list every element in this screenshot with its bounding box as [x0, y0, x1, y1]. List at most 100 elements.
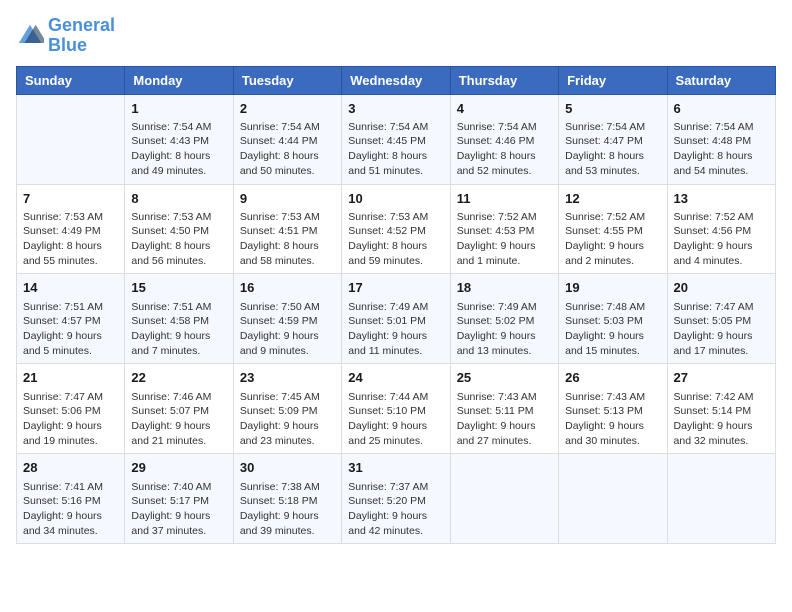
day-info: Sunrise: 7:54 AM Sunset: 4:43 PM Dayligh…: [131, 120, 226, 179]
day-info: Sunrise: 7:53 AM Sunset: 4:51 PM Dayligh…: [240, 210, 335, 269]
day-number: 12: [565, 190, 660, 208]
day-number: 27: [674, 369, 769, 387]
day-number: 21: [23, 369, 118, 387]
calendar-cell: 8 Sunrise: 7:53 AM Sunset: 4:50 PM Daylig…: [125, 184, 233, 274]
calendar-cell: 27 Sunrise: 7:42 AM Sunset: 5:14 PM Dayli…: [667, 364, 775, 454]
calendar-cell: 15 Sunrise: 7:51 AM Sunset: 4:58 PM Dayli…: [125, 274, 233, 364]
calendar-cell: 22 Sunrise: 7:46 AM Sunset: 5:07 PM Dayli…: [125, 364, 233, 454]
day-number: 9: [240, 190, 335, 208]
day-number: 5: [565, 100, 660, 118]
header-day-sunday: Sunday: [17, 66, 125, 94]
day-info: Sunrise: 7:49 AM Sunset: 5:01 PM Dayligh…: [348, 300, 443, 359]
day-info: Sunrise: 7:52 AM Sunset: 4:53 PM Dayligh…: [457, 210, 552, 269]
day-number: 30: [240, 459, 335, 477]
header-day-monday: Monday: [125, 66, 233, 94]
logo-text: General: [48, 16, 115, 36]
calendar-cell: 29 Sunrise: 7:40 AM Sunset: 5:17 PM Dayli…: [125, 454, 233, 544]
day-info: Sunrise: 7:38 AM Sunset: 5:18 PM Dayligh…: [240, 480, 335, 539]
day-info: Sunrise: 7:42 AM Sunset: 5:14 PM Dayligh…: [674, 390, 769, 449]
day-info: Sunrise: 7:43 AM Sunset: 5:13 PM Dayligh…: [565, 390, 660, 449]
day-info: Sunrise: 7:46 AM Sunset: 5:07 PM Dayligh…: [131, 390, 226, 449]
day-number: 7: [23, 190, 118, 208]
calendar-cell: 19 Sunrise: 7:48 AM Sunset: 5:03 PM Dayli…: [559, 274, 667, 364]
day-number: 20: [674, 279, 769, 297]
header-row: SundayMondayTuesdayWednesdayThursdayFrid…: [17, 66, 776, 94]
calendar-cell: 18 Sunrise: 7:49 AM Sunset: 5:02 PM Dayli…: [450, 274, 558, 364]
day-number: 2: [240, 100, 335, 118]
calendar-cell: 5 Sunrise: 7:54 AM Sunset: 4:47 PM Daylig…: [559, 94, 667, 184]
day-info: Sunrise: 7:54 AM Sunset: 4:47 PM Dayligh…: [565, 120, 660, 179]
calendar-cell: 26Sunrise: 7:43 AM Sunset: 5:13 PM Dayli…: [559, 364, 667, 454]
calendar-cell: 20Sunrise: 7:47 AM Sunset: 5:05 PM Dayli…: [667, 274, 775, 364]
day-number: 23: [240, 369, 335, 387]
day-number: 13: [674, 190, 769, 208]
calendar-cell: 30 Sunrise: 7:38 AM Sunset: 5:18 PM Dayli…: [233, 454, 341, 544]
day-number: 1: [131, 100, 226, 118]
calendar-cell: 13Sunrise: 7:52 AM Sunset: 4:56 PM Dayli…: [667, 184, 775, 274]
day-info: Sunrise: 7:50 AM Sunset: 4:59 PM Dayligh…: [240, 300, 335, 359]
day-info: Sunrise: 7:54 AM Sunset: 4:46 PM Dayligh…: [457, 120, 552, 179]
day-info: Sunrise: 7:40 AM Sunset: 5:17 PM Dayligh…: [131, 480, 226, 539]
calendar-cell: 3 Sunrise: 7:54 AM Sunset: 4:45 PM Daylig…: [342, 94, 450, 184]
calendar-cell: [17, 94, 125, 184]
calendar-cell: 10Sunrise: 7:53 AM Sunset: 4:52 PM Dayli…: [342, 184, 450, 274]
day-info: Sunrise: 7:53 AM Sunset: 4:50 PM Dayligh…: [131, 210, 226, 269]
week-row-1: 7 Sunrise: 7:53 AM Sunset: 4:49 PM Daylig…: [17, 184, 776, 274]
day-number: 28: [23, 459, 118, 477]
day-info: Sunrise: 7:53 AM Sunset: 4:52 PM Dayligh…: [348, 210, 443, 269]
day-number: 19: [565, 279, 660, 297]
calendar-cell: 31Sunrise: 7:37 AM Sunset: 5:20 PM Dayli…: [342, 454, 450, 544]
calendar-cell: 4 Sunrise: 7:54 AM Sunset: 4:46 PM Daylig…: [450, 94, 558, 184]
day-number: 8: [131, 190, 226, 208]
week-row-3: 21Sunrise: 7:47 AM Sunset: 5:06 PM Dayli…: [17, 364, 776, 454]
day-number: 15: [131, 279, 226, 297]
header-day-thursday: Thursday: [450, 66, 558, 94]
calendar-cell: 2 Sunrise: 7:54 AM Sunset: 4:44 PM Daylig…: [233, 94, 341, 184]
header-day-friday: Friday: [559, 66, 667, 94]
calendar-cell: 1 Sunrise: 7:54 AM Sunset: 4:43 PM Daylig…: [125, 94, 233, 184]
day-info: Sunrise: 7:41 AM Sunset: 5:16 PM Dayligh…: [23, 480, 118, 539]
day-number: 29: [131, 459, 226, 477]
week-row-4: 28 Sunrise: 7:41 AM Sunset: 5:16 PM Dayli…: [17, 454, 776, 544]
day-number: 17: [348, 279, 443, 297]
day-number: 16: [240, 279, 335, 297]
calendar-cell: 7 Sunrise: 7:53 AM Sunset: 4:49 PM Daylig…: [17, 184, 125, 274]
day-number: 31: [348, 459, 443, 477]
day-number: 18: [457, 279, 552, 297]
day-info: Sunrise: 7:51 AM Sunset: 4:58 PM Dayligh…: [131, 300, 226, 359]
calendar-cell: 11Sunrise: 7:52 AM Sunset: 4:53 PM Dayli…: [450, 184, 558, 274]
calendar-cell: 21Sunrise: 7:47 AM Sunset: 5:06 PM Dayli…: [17, 364, 125, 454]
day-info: Sunrise: 7:53 AM Sunset: 4:49 PM Dayligh…: [23, 210, 118, 269]
logo-icon: [16, 22, 44, 50]
calendar-cell: 9 Sunrise: 7:53 AM Sunset: 4:51 PM Daylig…: [233, 184, 341, 274]
week-row-0: 1 Sunrise: 7:54 AM Sunset: 4:43 PM Daylig…: [17, 94, 776, 184]
day-info: Sunrise: 7:49 AM Sunset: 5:02 PM Dayligh…: [457, 300, 552, 359]
calendar-cell: [559, 454, 667, 544]
day-number: 22: [131, 369, 226, 387]
day-number: 6: [674, 100, 769, 118]
day-info: Sunrise: 7:54 AM Sunset: 4:45 PM Dayligh…: [348, 120, 443, 179]
day-info: Sunrise: 7:54 AM Sunset: 4:44 PM Dayligh…: [240, 120, 335, 179]
day-info: Sunrise: 7:54 AM Sunset: 4:48 PM Dayligh…: [674, 120, 769, 179]
day-number: 24: [348, 369, 443, 387]
header-day-saturday: Saturday: [667, 66, 775, 94]
calendar-cell: 25Sunrise: 7:43 AM Sunset: 5:11 PM Dayli…: [450, 364, 558, 454]
calendar-cell: 17 Sunrise: 7:49 AM Sunset: 5:01 PM Dayli…: [342, 274, 450, 364]
week-row-2: 14 Sunrise: 7:51 AM Sunset: 4:57 PM Dayli…: [17, 274, 776, 364]
calendar-cell: 6 Sunrise: 7:54 AM Sunset: 4:48 PM Daylig…: [667, 94, 775, 184]
logo-text2: Blue: [48, 36, 115, 56]
day-number: 4: [457, 100, 552, 118]
day-number: 14: [23, 279, 118, 297]
page-header: General Blue: [16, 16, 776, 56]
day-info: Sunrise: 7:45 AM Sunset: 5:09 PM Dayligh…: [240, 390, 335, 449]
calendar-cell: 24Sunrise: 7:44 AM Sunset: 5:10 PM Dayli…: [342, 364, 450, 454]
calendar-cell: [667, 454, 775, 544]
calendar-body: 1 Sunrise: 7:54 AM Sunset: 4:43 PM Daylig…: [17, 94, 776, 544]
day-info: Sunrise: 7:48 AM Sunset: 5:03 PM Dayligh…: [565, 300, 660, 359]
calendar-cell: 14 Sunrise: 7:51 AM Sunset: 4:57 PM Dayli…: [17, 274, 125, 364]
day-info: Sunrise: 7:51 AM Sunset: 4:57 PM Dayligh…: [23, 300, 118, 359]
calendar-cell: 23 Sunrise: 7:45 AM Sunset: 5:09 PM Dayli…: [233, 364, 341, 454]
day-number: 3: [348, 100, 443, 118]
day-info: Sunrise: 7:52 AM Sunset: 4:55 PM Dayligh…: [565, 210, 660, 269]
header-day-tuesday: Tuesday: [233, 66, 341, 94]
